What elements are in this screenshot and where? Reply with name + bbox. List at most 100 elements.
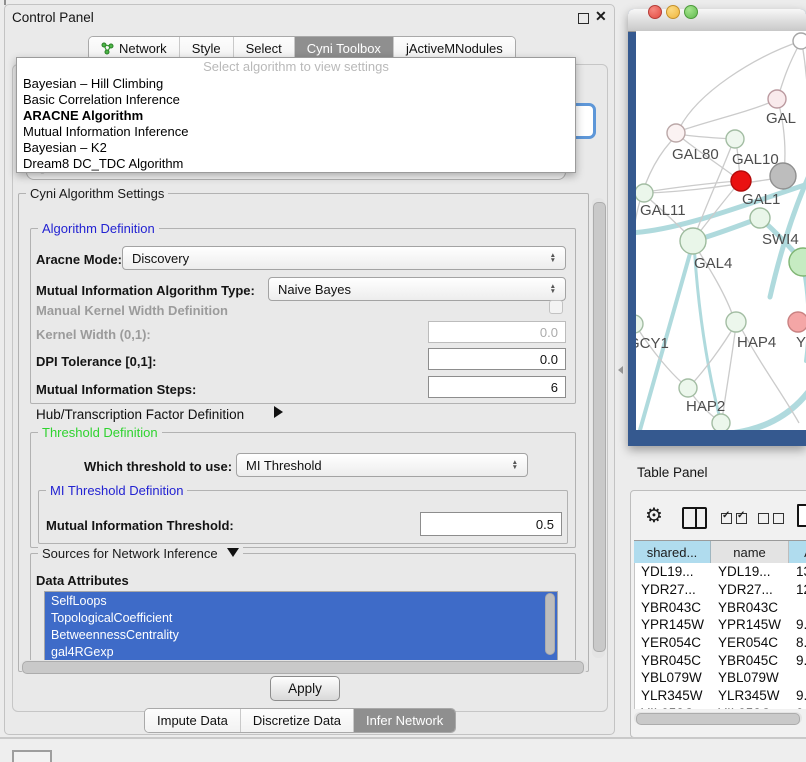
attribute-item-topologicalcoefficient[interactable]: TopologicalCoefficient xyxy=(45,609,557,626)
hide-columns-icon[interactable] xyxy=(758,511,788,529)
node-label: GAL1 xyxy=(742,191,780,208)
mi-threshold-group-title: MI Threshold Definition xyxy=(46,483,187,498)
algorithm-option-basic-correlation-inference[interactable]: Basic Correlation Inference xyxy=(17,91,575,107)
tab-impute-data[interactable]: Impute Data xyxy=(145,709,240,732)
table-cell: 12 xyxy=(790,581,806,599)
settings-scrollbar-thumb[interactable] xyxy=(593,202,606,652)
hub-definition-label[interactable]: Hub/Transcription Factor Definition xyxy=(36,407,244,422)
collapse-down-icon[interactable] xyxy=(227,548,239,557)
table-cell: 9. xyxy=(790,687,806,705)
bottom-strip xyxy=(0,739,806,762)
splitpane-collapse-icon[interactable] xyxy=(618,366,623,374)
which-threshold-combo[interactable]: MI Threshold ▲▼ xyxy=(236,453,528,477)
table-cell xyxy=(790,669,806,687)
table-row[interactable]: YLR345WYLR345W9. xyxy=(635,687,806,705)
sources-title-text: Sources for Network Inference xyxy=(42,546,218,561)
table-row[interactable]: YER054CYER054C8. xyxy=(635,634,806,652)
float-window-icon[interactable] xyxy=(578,13,589,24)
node-label: GAL11 xyxy=(640,202,686,219)
kernel-width-field: 0.0 xyxy=(428,321,566,343)
attribute-item-selfloops[interactable]: SelfLoops xyxy=(45,592,557,609)
algorithm-option-dream8-dc-tdc-algorithm[interactable]: Dream8 DC_TDC Algorithm xyxy=(17,155,575,171)
data-attributes-list: SelfLoopsTopologicalCoefficientBetweenne… xyxy=(44,591,558,661)
close-icon[interactable]: ✕ xyxy=(595,8,607,25)
attribute-list-scrollbar-thumb[interactable] xyxy=(545,593,555,655)
aracne-mode-value: Discovery xyxy=(132,251,189,266)
tab-label: Infer Network xyxy=(366,713,443,728)
mi-type-label: Mutual Information Algorithm Type: xyxy=(36,283,255,298)
network-icon xyxy=(101,42,114,55)
node-gcy1[interactable] xyxy=(636,315,643,333)
file-icon[interactable] xyxy=(797,504,806,527)
table-cell: YIL052C xyxy=(635,705,712,710)
node-gal11[interactable] xyxy=(636,184,653,202)
manual-kernel-label: Manual Kernel Width Definition xyxy=(36,303,228,318)
expand-right-icon[interactable] xyxy=(274,406,283,418)
sources-group-title[interactable]: Sources for Network Inference xyxy=(38,546,243,561)
split-view-icon[interactable] xyxy=(682,507,707,529)
node-gal[interactable] xyxy=(768,90,786,108)
which-threshold-label: Which threshold to use: xyxy=(84,459,232,474)
attribute-item-gal4rgexp[interactable]: gal4RGexp xyxy=(45,643,557,660)
table-row[interactable]: YBL079WYBL079W xyxy=(635,669,806,687)
algorithm-option-aracne-algorithm[interactable]: ARACNE Algorithm xyxy=(17,107,575,123)
settings-hscrollbar-thumb[interactable] xyxy=(22,661,584,674)
node-hap2[interactable] xyxy=(679,379,697,397)
column-header-a[interactable]: A xyxy=(789,541,806,564)
node-unlabeled[interactable] xyxy=(793,33,806,49)
show-columns-icon[interactable] xyxy=(721,511,751,529)
tab-label: Cyni Toolbox xyxy=(307,41,381,56)
mi-type-combo[interactable]: Naive Bayes ▲▼ xyxy=(268,277,566,301)
table-hscrollbar-thumb[interactable] xyxy=(636,713,800,725)
node-gal1[interactable] xyxy=(731,171,751,191)
table-row[interactable]: YPR145WYPR145W9. xyxy=(635,616,806,634)
table-cell: YBR045C xyxy=(712,651,790,669)
network-canvas[interactable]: GALGAL80GAL10GAL1GAL11SWI4GAL4GCY1HAP4YH… xyxy=(636,31,806,430)
table-row[interactable]: YDL19...YDL19...13 xyxy=(635,563,806,581)
column-header-name[interactable]: name xyxy=(711,541,789,564)
algorithm-dropdown: Select algorithm to view settings Bayesi… xyxy=(16,57,576,173)
node-label: HAP4 xyxy=(737,334,776,351)
aracne-mode-combo[interactable]: Discovery ▲▼ xyxy=(122,246,566,270)
attribute-item-betweennesscentrality[interactable]: BetweennessCentrality xyxy=(45,626,557,643)
mi-threshold-label: Mutual Information Threshold: xyxy=(46,518,234,533)
table-row[interactable]: YBR043CYBR043C xyxy=(635,598,806,616)
cyni-algorithm-settings-title: Cyni Algorithm Settings xyxy=(26,186,168,201)
mi-steps-field[interactable]: 6 xyxy=(428,376,566,398)
node-label: GCY1 xyxy=(636,335,669,352)
algorithm-option-mutual-information-inference[interactable]: Mutual Information Inference xyxy=(17,123,575,139)
node-gal4[interactable] xyxy=(680,228,706,254)
table-cell: YER054C xyxy=(712,634,790,652)
node-swi4[interactable] xyxy=(750,208,770,228)
table-cell: YPR145W xyxy=(635,616,712,634)
bottom-left-widget[interactable] xyxy=(12,750,52,762)
mi-threshold-field[interactable]: 0.5 xyxy=(420,512,562,536)
table-row[interactable]: YDR27...YDR27...12 xyxy=(635,581,806,599)
node-unlabeled[interactable] xyxy=(712,414,730,430)
close-traffic-light-icon[interactable] xyxy=(648,5,662,19)
node-label: GAL10 xyxy=(732,151,779,168)
minimize-traffic-light-icon[interactable] xyxy=(666,5,680,19)
table-row[interactable]: YIL052CYIL052C9 xyxy=(635,705,806,710)
column-header-shared[interactable]: shared... xyxy=(634,541,711,564)
node-gal10[interactable] xyxy=(726,130,744,148)
table-cell: 8. xyxy=(790,634,806,652)
apply-button[interactable]: Apply xyxy=(270,676,340,701)
algorithm-option-bayesian-hill-climbing[interactable]: Bayesian – Hill Climbing xyxy=(17,75,575,91)
tab-discretize-data[interactable]: Discretize Data xyxy=(240,709,353,732)
algorithm-option-bayesian-k2[interactable]: Bayesian – K2 xyxy=(17,139,575,155)
zoom-traffic-light-icon[interactable] xyxy=(684,5,698,19)
node-y[interactable] xyxy=(788,312,806,332)
node-hap4[interactable] xyxy=(726,312,746,332)
node-label: HAP2 xyxy=(686,398,725,415)
tab-label: Discretize Data xyxy=(253,713,341,728)
tab-infer-network[interactable]: Infer Network xyxy=(353,709,455,732)
table-cell: YBR043C xyxy=(635,598,712,616)
gear-icon[interactable]: ⚙ xyxy=(645,503,663,528)
table-row[interactable]: YBR045CYBR045C9. xyxy=(635,651,806,669)
table-cell: YDL19... xyxy=(712,563,790,581)
table-cell xyxy=(790,598,806,616)
cyni-bottom-tabbar: Impute Data Discretize Data Infer Network xyxy=(144,708,456,733)
dpi-tolerance-field[interactable]: 0.0 xyxy=(428,348,566,370)
node-gal80[interactable] xyxy=(667,124,685,142)
